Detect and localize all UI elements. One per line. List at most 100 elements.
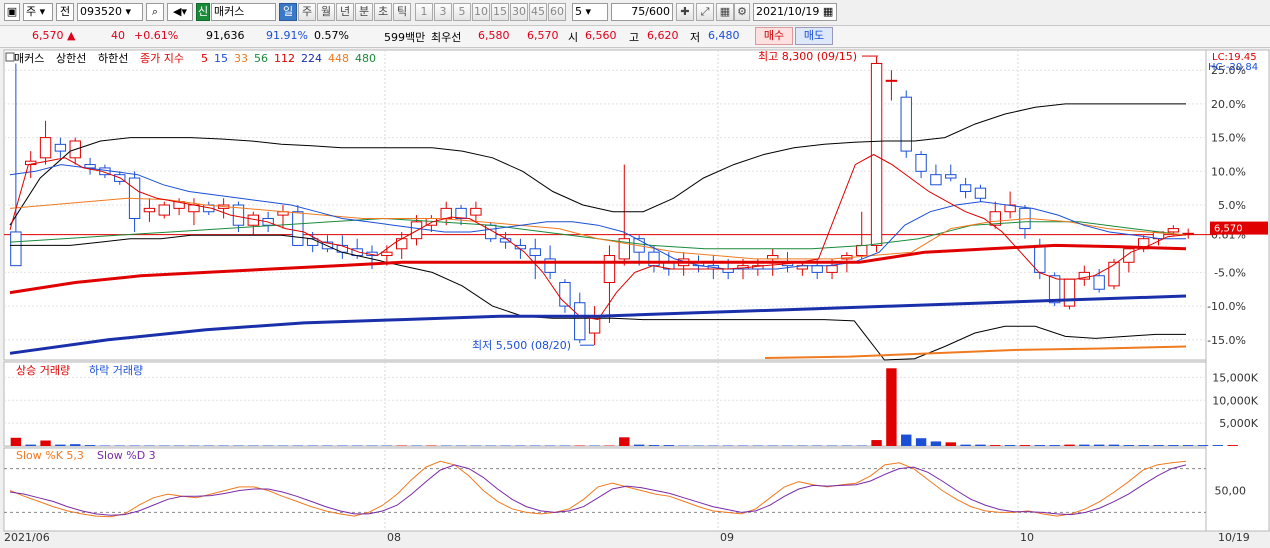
period-tab-4[interactable]: 분 [355,3,373,21]
best-bid: 6,570 [527,29,559,42]
volume-bar-70 [1049,445,1059,446]
volume-bar-2 [40,441,50,446]
price-axis-label-8: -15.0% [1207,334,1246,347]
period-tab-1[interactable]: 주 [298,3,316,21]
candle-body-62 [931,175,941,185]
volume-bar-80 [1198,445,1208,446]
candle-body-30 [456,208,466,218]
candle-body-35 [530,249,540,256]
volume-bar-68 [1020,445,1030,446]
stock-name-field[interactable]: 매커스 [211,3,276,21]
price-legend-7: 56 [254,52,268,65]
candle-body-3 [55,144,65,151]
price-legend-6: 33 [234,52,248,65]
gear-icon[interactable]: ⚙ [734,3,750,21]
period-tab-0[interactable]: 일 [279,3,297,21]
period-tab-5[interactable]: 초 [374,3,392,21]
candle-body-73 [1094,276,1104,289]
candle-body-63 [946,175,956,178]
volume-bar-5 [85,445,95,446]
volume-bar-0 [11,438,21,446]
volume-bar-77 [1153,445,1163,446]
market-value: 주 [26,5,36,18]
panel-2-frame [4,362,1206,446]
candle-body-38 [575,303,585,340]
price-axis-label-6: -5.0% [1214,266,1246,279]
interval-tab-5[interactable]: 30 [510,3,528,21]
code-value: 093520 [80,5,122,18]
sell-button[interactable]: 매도 [795,27,833,45]
interval-tab-6[interactable]: 45 [529,3,547,21]
volume-bar-58 [871,440,881,446]
crosshair-icon[interactable]: ✚ [676,3,694,21]
volume-legend-up: 상승 거래량 [16,364,70,377]
interval-tab-3[interactable]: 10 [472,3,490,21]
volume-bar-66 [990,445,1000,446]
period-tab-3[interactable]: 년 [336,3,354,21]
volume-axis-label-0: 15,000K [1212,371,1258,384]
interval-tab-1[interactable]: 3 [434,3,452,21]
up-arrow-icon: ▲ [67,29,75,42]
candle-body-60 [901,97,911,151]
period-tab-2[interactable]: 월 [317,3,335,21]
x-axis-label-4: 10/19 [1218,531,1250,544]
change-value: 40 [111,29,125,42]
date-value: 2021/10/19 [756,5,819,18]
code-input[interactable]: 093520 ▾ [77,3,143,21]
candle-body-69 [1035,245,1045,272]
buy-button[interactable]: 매수 [755,27,793,45]
volume-bar-64 [960,445,970,446]
window-icon[interactable]: ▣ [4,3,20,21]
candle-body-59 [886,80,896,81]
candle-body-64 [960,185,970,192]
chart-svg[interactable]: 25.0%20.0%15.0%10.0%5.0%0.61%-5.0%-10.0%… [0,48,1270,545]
candle-body-0 [11,232,21,266]
draw-tool-icon[interactable]: ⤢ [696,3,714,21]
volume-bar-75 [1124,445,1134,446]
open-label: 시 [568,29,578,45]
interval-tab-7[interactable]: 60 [548,3,566,21]
price-legend-4: 5 [201,52,208,65]
volume-bar-78 [1168,445,1178,446]
candle-body-65 [975,188,985,198]
volume-legend-down: 하락 거래량 [89,363,143,377]
volume-bar-44 [664,445,674,446]
layout-icon[interactable]: ▦ [716,3,734,21]
high-value: 6,620 [647,29,679,42]
market-select[interactable]: 주 ▾ [23,3,53,21]
data-count-field[interactable]: 75/600 [611,3,673,21]
volume-bar-67 [1005,445,1015,446]
candle-body-10 [159,205,169,215]
volume-bar-3 [55,445,65,446]
candle-body-31 [471,208,481,215]
candle-body-9 [144,208,154,211]
date-field[interactable]: 2021/10/19 ▦ [753,3,837,21]
search-icon[interactable]: ⌕ [146,3,164,21]
chart-area[interactable]: 25.0%20.0%15.0%10.0%5.0%0.61%-5.0%-10.0%… [0,48,1270,545]
interval-tab-0[interactable]: 1 [415,3,433,21]
price-legend-5: 15 [214,52,228,65]
volume-bar-81 [1213,445,1223,446]
volume-bar-4 [70,444,80,446]
interval-select[interactable]: 5 ▾ [572,3,608,21]
candle-body-40 [604,256,614,283]
price-legend-3: 종가 지수 [140,52,184,65]
stoch-legend-d: Slow %D 3 [97,449,156,462]
amount-value: 599백만 [384,29,425,45]
current-price-tag-text: 6,570 [1214,224,1243,235]
period-type-button[interactable]: 전 [56,3,74,21]
volume-bar-82 [1228,445,1238,446]
low-value: 6,480 [708,29,740,42]
interval-tab-4[interactable]: 15 [491,3,509,21]
best-quote-label: 최우선 [431,29,461,45]
quote-bar: 6,570 ▲ 40 +0.61% 91,636 91.91% 0.57% 59… [0,26,1270,48]
volume-bar-60 [901,435,911,446]
volume-bar-69 [1035,445,1045,446]
volume-bar-1 [26,445,36,446]
volume-bar-72 [1079,445,1089,446]
period-tab-6[interactable]: 틱 [393,3,411,21]
interval-tab-2[interactable]: 5 [453,3,471,21]
speaker-icon[interactable]: ◀▾ [167,3,193,21]
interval-value: 5 [575,5,582,18]
panel-3-frame [4,448,1206,531]
